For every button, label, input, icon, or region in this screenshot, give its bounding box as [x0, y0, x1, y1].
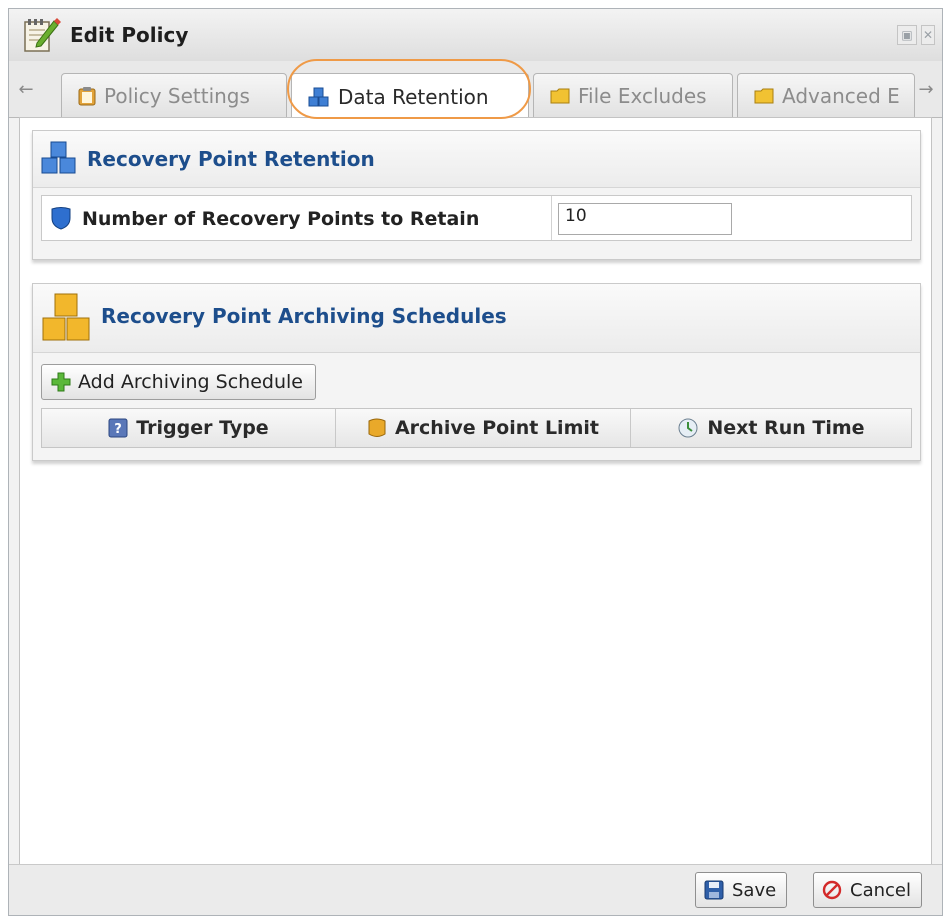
floppy-disk-icon [704, 880, 724, 900]
retention-panel-title: Recovery Point Retention [87, 147, 375, 171]
tab-file-excludes[interactable]: File Excludes [533, 73, 733, 117]
tab-label: Policy Settings [104, 83, 250, 108]
add-button-label: Add Archiving Schedule [78, 371, 303, 393]
column-trigger-type[interactable]: ? Trigger Type [42, 409, 336, 447]
tab-label: Data Retention [338, 84, 489, 109]
archiving-panel: Recovery Point Archiving Schedules Add A… [32, 283, 921, 461]
save-button[interactable]: Save [695, 872, 788, 908]
schedule-grid-header: ? Trigger Type Archive Point Limit Next … [41, 408, 912, 448]
cubes-icon [41, 141, 76, 174]
save-label: Save [732, 879, 777, 901]
tab-policy-settings[interactable]: Policy Settings [61, 73, 287, 117]
tab-scroll-left-icon[interactable]: ← [15, 75, 37, 109]
recovery-points-input[interactable]: 10 [558, 203, 732, 235]
tab-advanced[interactable]: Advanced E [737, 73, 915, 117]
restore-button[interactable]: ▣ [897, 25, 917, 45]
column-next-run-time[interactable]: Next Run Time [631, 409, 911, 447]
clock-icon [677, 417, 699, 439]
folder-icon [550, 87, 570, 105]
column-archive-point-limit[interactable]: Archive Point Limit [336, 409, 631, 447]
edit-policy-window: Edit Policy ▣ ✕ ← Policy Settings Data R… [8, 8, 943, 916]
archiving-panel-header: Recovery Point Archiving Schedules [33, 284, 920, 353]
archiving-panel-title: Recovery Point Archiving Schedules [101, 304, 507, 328]
tab-strip: ← Policy Settings Data Retention File Ex… [9, 61, 942, 119]
tab-label: File Excludes [578, 83, 707, 108]
recovery-points-label: Number of Recovery Points to Retain [82, 208, 480, 230]
retention-field-row: Number of Recovery Points to Retain 10 [41, 195, 912, 241]
svg-text:?: ? [115, 422, 123, 437]
column-label: Next Run Time [707, 417, 865, 439]
tab-content: Recovery Point Retention Number of Recov… [19, 117, 932, 867]
column-label: Archive Point Limit [394, 417, 599, 439]
tab-scroll-right-icon[interactable]: → [915, 75, 937, 109]
shield-icon [51, 207, 71, 230]
cancel-icon [822, 880, 842, 900]
folder-icon [754, 87, 774, 105]
cubes-icon [308, 87, 330, 107]
edit-notepad-icon [24, 18, 61, 52]
field-divider [551, 196, 552, 240]
column-label: Trigger Type [136, 417, 269, 439]
help-icon: ? [108, 418, 128, 438]
cylinder-icon [367, 417, 387, 439]
dialog-footer: Save Cancel [9, 864, 942, 915]
close-button[interactable]: ✕ [921, 25, 935, 45]
cancel-label: Cancel [850, 879, 911, 901]
title-bar: Edit Policy ▣ ✕ [9, 9, 942, 62]
retention-panel-header: Recovery Point Retention [33, 131, 920, 188]
tab-label: Advanced E [782, 83, 900, 108]
clipboard-icon [78, 86, 96, 106]
window-title: Edit Policy [70, 23, 189, 47]
plus-icon [51, 372, 71, 392]
retention-panel: Recovery Point Retention Number of Recov… [32, 130, 921, 260]
add-archiving-schedule-button[interactable]: Add Archiving Schedule [41, 364, 316, 400]
tab-data-retention[interactable]: Data Retention [291, 73, 529, 119]
gold-cubes-icon [42, 293, 90, 341]
cancel-button[interactable]: Cancel [813, 872, 922, 908]
